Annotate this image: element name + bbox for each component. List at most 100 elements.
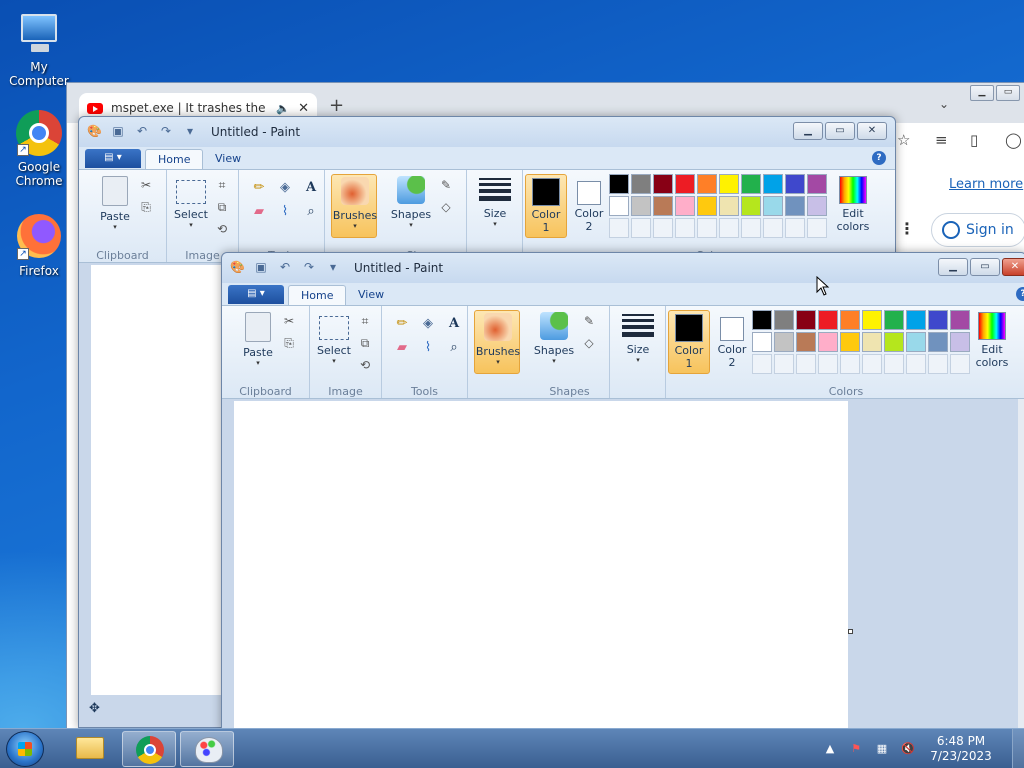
color2-button[interactable]: Color 2: [712, 310, 752, 374]
fill-icon[interactable]: ◈: [418, 314, 438, 334]
save-icon[interactable]: ▣: [111, 124, 125, 138]
color-swatch[interactable]: [653, 196, 673, 216]
new-tab-button[interactable]: +: [329, 95, 344, 116]
paste-button[interactable]: Paste ▾: [95, 176, 135, 231]
color-swatch[interactable]: [675, 174, 695, 194]
minimize-button[interactable]: ▁: [793, 122, 823, 140]
vertical-scrollbar[interactable]: [1018, 399, 1024, 731]
edit-colors-button[interactable]: Edit colors: [972, 310, 1012, 369]
taskbar-chrome-button[interactable]: [122, 731, 176, 767]
crop-icon[interactable]: ⌗: [213, 176, 231, 194]
help-icon[interactable]: ?: [872, 151, 886, 165]
custom-color-slot[interactable]: [675, 218, 695, 238]
size-button[interactable]: Size ▾: [475, 176, 515, 228]
custom-color-slot[interactable]: [862, 354, 882, 374]
start-button[interactable]: [6, 731, 44, 767]
color-swatch[interactable]: [950, 310, 970, 330]
color-swatch[interactable]: [906, 332, 926, 352]
taskbar-explorer-button[interactable]: [62, 731, 116, 767]
resize-icon[interactable]: ⧉: [356, 334, 374, 352]
eraser-icon[interactable]: ▰: [249, 202, 269, 222]
custom-color-slot[interactable]: [884, 354, 904, 374]
brushes-button[interactable]: Brushes ▾: [474, 310, 520, 374]
copy-icon[interactable]: ⎘: [280, 334, 298, 352]
color-swatch[interactable]: [719, 196, 739, 216]
color-swatch[interactable]: [840, 310, 860, 330]
color-swatch[interactable]: [697, 196, 717, 216]
custom-color-slot[interactable]: [653, 218, 673, 238]
color-swatch[interactable]: [807, 196, 827, 216]
color2-button[interactable]: Color 2: [569, 174, 609, 238]
magnifier-icon[interactable]: ⌕: [301, 202, 321, 222]
text-icon[interactable]: A: [444, 314, 464, 334]
tab-search-chevron-icon[interactable]: ⌄: [939, 97, 949, 111]
custom-color-slot[interactable]: [785, 218, 805, 238]
customize-qat-icon[interactable]: ▾: [183, 124, 197, 138]
custom-color-slot[interactable]: [741, 218, 761, 238]
color-swatch[interactable]: [774, 332, 794, 352]
network-icon[interactable]: ▦: [874, 741, 890, 757]
paste-button[interactable]: Paste ▾: [238, 312, 278, 367]
taskbar-paint-button[interactable]: [180, 731, 234, 767]
color-swatch[interactable]: [818, 332, 838, 352]
color-swatch[interactable]: [950, 332, 970, 352]
custom-color-slot[interactable]: [840, 354, 860, 374]
shapes-button[interactable]: Shapes ▾: [532, 312, 576, 365]
custom-color-slot[interactable]: [807, 218, 827, 238]
color-swatch[interactable]: [697, 174, 717, 194]
action-center-icon[interactable]: ⚑: [848, 741, 864, 757]
shapes-button[interactable]: Shapes ▾: [389, 176, 433, 229]
profile-icon[interactable]: ◯: [1005, 131, 1022, 149]
media-queue-icon[interactable]: ≡: [935, 131, 948, 149]
color-swatch[interactable]: [653, 174, 673, 194]
color-swatch[interactable]: [928, 310, 948, 330]
maximize-button[interactable]: ▭: [970, 258, 1000, 276]
redo-icon[interactable]: ↷: [302, 260, 316, 274]
color-swatch[interactable]: [840, 332, 860, 352]
color1-button[interactable]: Color 1: [668, 310, 710, 374]
color-swatch[interactable]: [752, 332, 772, 352]
color-swatch[interactable]: [785, 174, 805, 194]
tab-home[interactable]: Home: [288, 285, 347, 306]
custom-color-slot[interactable]: [818, 354, 838, 374]
color-swatch[interactable]: [631, 174, 651, 194]
color-picker-icon[interactable]: ⌇: [275, 202, 295, 222]
fill-icon[interactable]: ◈: [275, 178, 295, 198]
undo-icon[interactable]: ↶: [278, 260, 292, 274]
desktop-icon-my-computer[interactable]: My Computer: [0, 10, 78, 88]
redo-icon[interactable]: ↷: [159, 124, 173, 138]
resize-handle[interactable]: [848, 629, 853, 634]
color-swatch[interactable]: [774, 310, 794, 330]
show-hidden-icons-icon[interactable]: ▲: [822, 741, 838, 757]
fill-style-icon[interactable]: ◇: [580, 334, 598, 352]
color-swatch[interactable]: [807, 174, 827, 194]
side-panel-icon[interactable]: ▯: [970, 131, 978, 149]
color-swatch[interactable]: [862, 332, 882, 352]
minimize-button[interactable]: ▁: [938, 258, 968, 276]
color-swatch[interactable]: [763, 174, 783, 194]
tab-view[interactable]: View: [203, 149, 253, 170]
maximize-button[interactable]: ▭: [825, 122, 855, 140]
outline-icon[interactable]: ✎: [580, 312, 598, 330]
size-button[interactable]: Size ▾: [618, 312, 658, 364]
edit-colors-button[interactable]: Edit colors: [833, 174, 873, 233]
help-icon[interactable]: ?: [1016, 287, 1024, 301]
custom-color-slot[interactable]: [719, 218, 739, 238]
file-menu-button[interactable]: ▤ ▾: [228, 285, 284, 304]
resize-icon[interactable]: ⧉: [213, 198, 231, 216]
color-swatch[interactable]: [741, 174, 761, 194]
select-button[interactable]: Select ▾: [314, 312, 354, 365]
color-swatch[interactable]: [675, 196, 695, 216]
custom-color-slot[interactable]: [609, 218, 629, 238]
paint-app-icon[interactable]: 🎨: [230, 260, 245, 274]
custom-color-slot[interactable]: [928, 354, 948, 374]
more-options-icon[interactable]: ⋮: [899, 219, 915, 238]
color1-button[interactable]: Color 1: [525, 174, 567, 238]
color-swatch[interactable]: [609, 174, 629, 194]
magnifier-icon[interactable]: ⌕: [444, 338, 464, 358]
fill-style-icon[interactable]: ◇: [437, 198, 455, 216]
color-picker-icon[interactable]: ⌇: [418, 338, 438, 358]
chrome-minimize-button[interactable]: ▁: [970, 85, 994, 101]
color-swatch[interactable]: [796, 332, 816, 352]
custom-color-slot[interactable]: [950, 354, 970, 374]
